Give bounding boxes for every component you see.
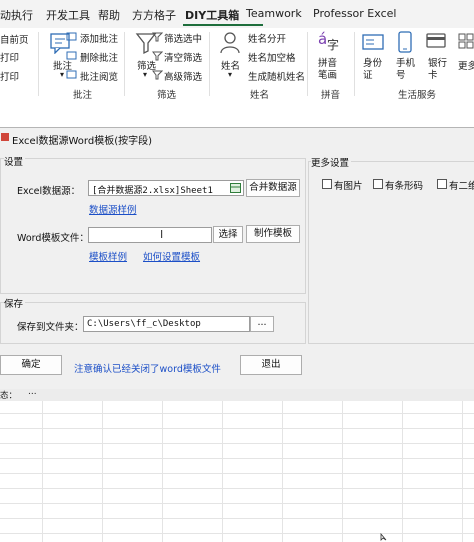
advanced-filter-icon — [152, 70, 163, 80]
has-qrcode-label: 有二维 — [449, 181, 474, 192]
more-settings-label: 更多设置 — [311, 155, 352, 169]
chevron-down-icon: ▾ — [143, 70, 148, 79]
sheet-grid[interactable] — [0, 401, 474, 542]
tab-diy-toolbox[interactable]: DIY工具箱 — [185, 7, 239, 23]
bank-card-icon — [426, 33, 446, 48]
id-card-button[interactable]: 身份证 — [363, 58, 383, 82]
phone-button[interactable]: 手机号 — [396, 58, 416, 82]
tab-developer[interactable]: 开发工具 — [46, 7, 90, 23]
pinyin-button[interactable]: 拼音笔画 — [318, 58, 344, 82]
delete-note-icon — [66, 51, 77, 60]
ribbon-tab-bar: 动执行 开发工具 帮助 方方格子 DIY工具箱 Teamwork Profess… — [0, 0, 474, 28]
more-icon — [458, 33, 474, 49]
tab-teamwork[interactable]: Teamwork — [246, 7, 302, 20]
group-label-name: 姓名 — [250, 90, 270, 101]
save-folder-label: 保存到文件夹： — [17, 322, 84, 333]
advanced-filter-button[interactable]: 高级筛选 — [164, 69, 202, 83]
mouse-pointer-icon — [380, 533, 387, 541]
has-barcode-checkbox[interactable] — [373, 179, 383, 189]
save-group-label: 保存 — [4, 296, 26, 310]
more-button[interactable]: 更多 — [458, 58, 474, 72]
ribbon-col1-item[interactable]: 打印 — [0, 50, 19, 64]
group-label-annotate: 批注 — [73, 90, 93, 101]
ribbon-separator — [124, 32, 125, 96]
ribbon-separator — [307, 32, 308, 96]
template-example-link[interactable]: 模板样例 — [89, 249, 127, 263]
dialog-title: Excel数据源Word模板(按字段) — [12, 136, 152, 147]
excel-source-value: [合并数据源2.xlsx]Sheet1 — [92, 186, 213, 196]
random-name-button[interactable]: 生成随机姓名 — [248, 69, 305, 83]
filter-selected-button[interactable]: 筛选选中 — [164, 31, 202, 45]
group-label-filter: 筛选 — [157, 90, 177, 101]
add-space-name-button[interactable]: 姓名加空格 — [248, 50, 296, 64]
tab-auto-execute[interactable]: 动执行 — [0, 7, 33, 23]
app-icon — [1, 133, 9, 141]
browse-note-button[interactable]: 批注阅览 — [80, 69, 118, 83]
ok-button[interactable]: 确定 — [0, 355, 62, 375]
how-to-set-template-link[interactable]: 如何设置模板 — [143, 249, 200, 263]
chevron-down-icon: ▾ — [60, 70, 65, 79]
exit-button[interactable]: 退出 — [240, 355, 302, 375]
make-template-button[interactable]: 制作模板 — [246, 225, 300, 243]
phone-icon — [398, 31, 412, 53]
add-note-button[interactable]: 添加批注 — [80, 31, 118, 45]
bank-card-button[interactable]: 银行卡 — [428, 58, 448, 82]
status-bar: 态： ... — [0, 387, 474, 401]
clear-filter-icon — [152, 51, 163, 61]
tab-fangfang[interactable]: 方方格子 — [132, 7, 176, 23]
ribbon: 自前页 打印 打印 批注 ▾ 添加批注 删除批注 批注阅览 批注 筛选 ▾ 筛选… — [0, 28, 474, 101]
browse-note-icon — [66, 70, 77, 79]
select-template-button[interactable]: 选择 — [213, 226, 243, 243]
ribbon-col1-item[interactable]: 打印 — [0, 69, 19, 83]
word-template-label: Word模板文件： — [17, 233, 89, 244]
text-cursor-icon: Ⅰ — [160, 228, 164, 241]
active-tab-indicator — [183, 24, 263, 26]
ribbon-separator — [38, 32, 39, 96]
ribbon-col1-item[interactable]: 自前页 — [0, 32, 29, 46]
tab-help[interactable]: 帮助 — [98, 7, 120, 23]
ribbon-separator — [354, 32, 355, 96]
group-label-pinyin: 拼音 — [321, 90, 341, 101]
settings-group-label: 设置 — [4, 154, 26, 168]
has-qrcode-checkbox[interactable] — [437, 179, 447, 189]
pinyin-icon-char: 字 — [327, 38, 340, 52]
dialog-window: Excel数据源Word模板(按字段) 设置 Excel数据源： [合并数据源2… — [0, 127, 474, 401]
clear-filter-button[interactable]: 清空筛选 — [164, 50, 202, 64]
browse-folder-button[interactable]: ... — [250, 316, 274, 332]
has-image-checkbox[interactable] — [322, 179, 332, 189]
excel-source-input[interactable]: [合并数据源2.xlsx]Sheet1 — [88, 180, 244, 196]
has-barcode-label: 有条形码 — [385, 181, 424, 192]
excel-source-label: Excel数据源： — [17, 186, 81, 197]
pinyin-icon: á — [318, 30, 328, 48]
source-example-link[interactable]: 数据源样例 — [89, 202, 137, 216]
range-picker-icon[interactable] — [230, 183, 241, 193]
chevron-down-icon: ▾ — [228, 70, 233, 79]
status-value: ... — [28, 387, 37, 397]
close-template-notice: 注意确认已经关闭了word模板文件 — [74, 364, 221, 375]
id-card-icon — [362, 34, 384, 50]
save-folder-input[interactable]: C:\Users\ff_c\Desktop — [83, 316, 250, 332]
filter-selected-icon — [152, 32, 163, 42]
split-name-button[interactable]: 姓名分开 — [248, 31, 286, 45]
person-icon — [220, 32, 240, 54]
merge-source-button[interactable]: 合并数据源 — [246, 179, 300, 197]
delete-note-button[interactable]: 删除批注 — [80, 50, 118, 64]
add-note-icon — [66, 32, 77, 41]
status-label: 态： — [0, 391, 18, 401]
word-template-input[interactable] — [88, 227, 212, 243]
group-label-life-services: 生活服务 — [398, 90, 437, 101]
tab-professor-excel[interactable]: Professor Excel — [313, 7, 396, 20]
save-folder-value: C:\Users\ff_c\Desktop — [87, 319, 201, 329]
ribbon-gap — [0, 100, 474, 127]
has-image-label: 有图片 — [334, 181, 363, 192]
ribbon-separator — [209, 32, 210, 96]
